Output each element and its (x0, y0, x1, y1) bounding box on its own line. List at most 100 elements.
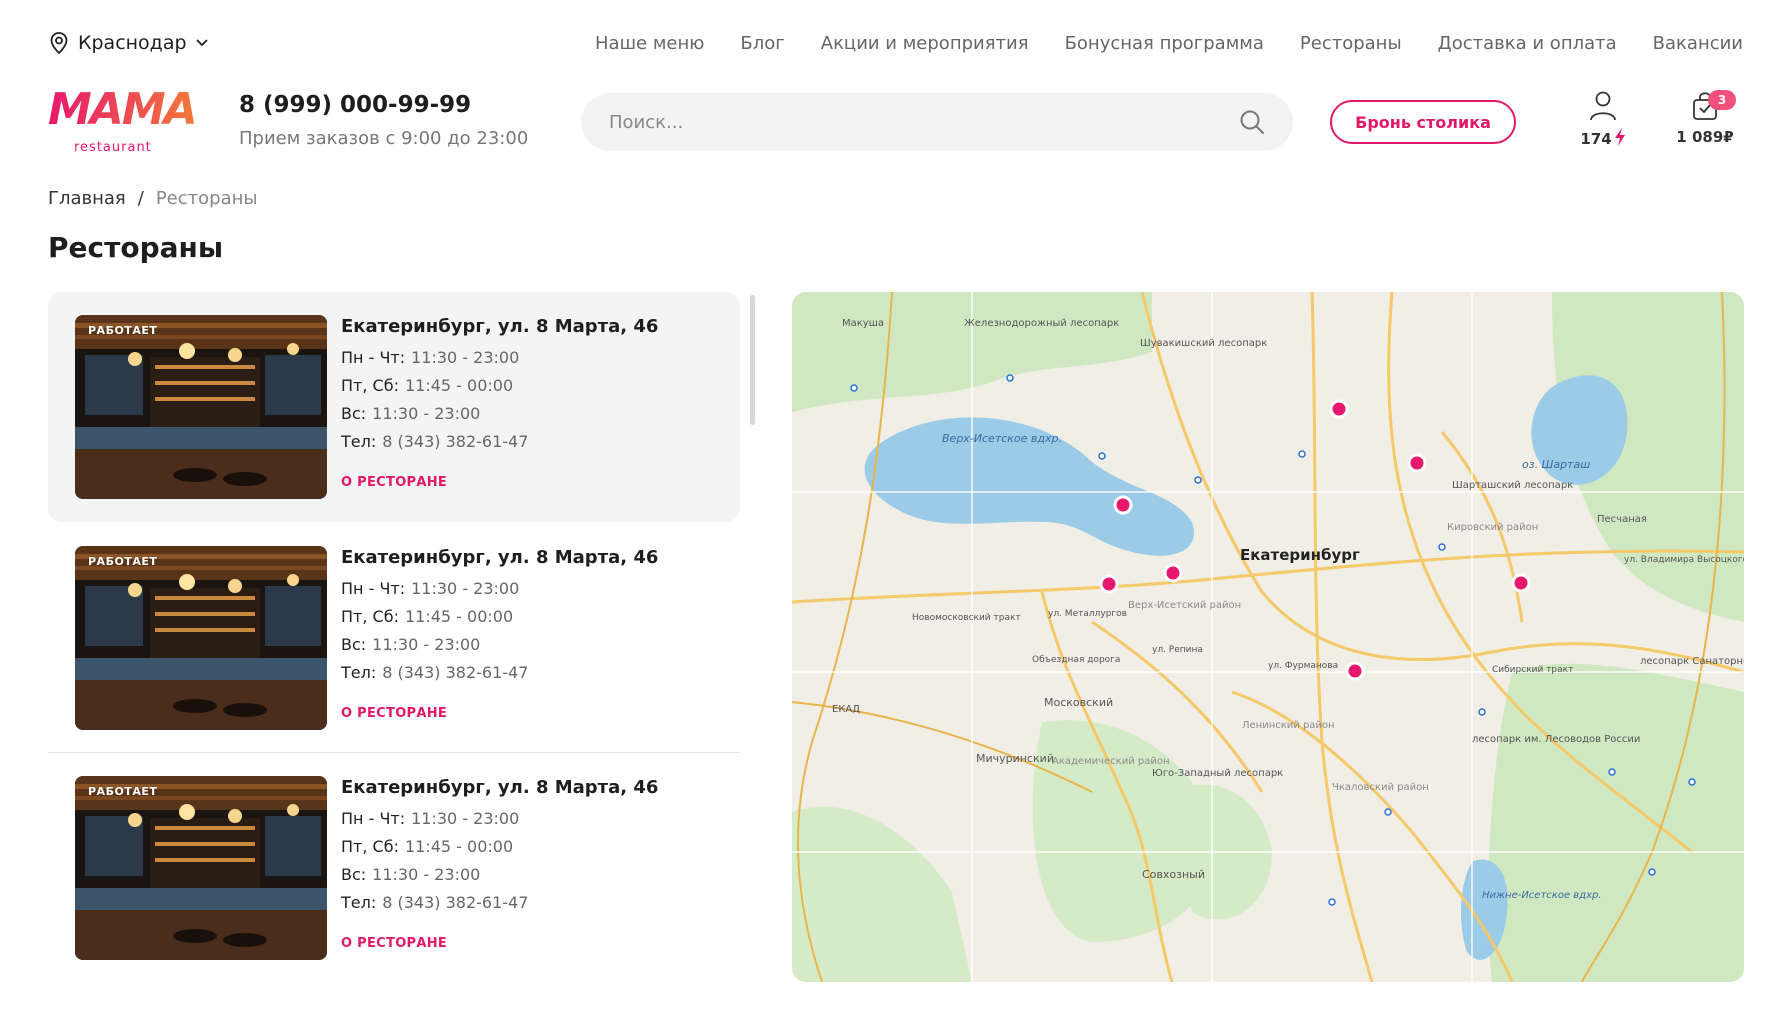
map-label: ул. Фурманова (1268, 661, 1338, 671)
logo-wordmark: MAMA (48, 84, 198, 135)
breadcrumb-current: Рестораны (155, 188, 258, 209)
lake-label: Нижне-Исетское вдхр. (1482, 890, 1602, 901)
logo[interactable]: MAMA restaurant (48, 84, 198, 160)
restaurant-card[interactable]: РАБОТАЕТ Екатеринбург, ул. 8 Марта, 46 П… (48, 292, 740, 522)
map-pin-icon[interactable] (1099, 574, 1119, 594)
map-label: Юго-Западный лесопарк (1152, 768, 1283, 779)
account-button[interactable]: 174 (1573, 90, 1633, 160)
chevron-down-icon (195, 38, 209, 48)
nav-bonus[interactable]: Бонусная программа (1065, 33, 1264, 54)
map-label: Новомосковский тракт (912, 613, 1021, 623)
hours-value: 11:45 - 00:00 (404, 607, 514, 626)
map-label: Шувакишский лесопарк (1140, 338, 1267, 349)
map-city-label: Екатеринбург (1240, 546, 1360, 564)
map-label: лесопарк Санаторный (1640, 656, 1744, 667)
hours-mon-thu: Пн - Чт: 11:30 - 23:00 (341, 348, 519, 367)
map-label: Сибирский тракт (1492, 665, 1573, 675)
status-badge: РАБОТАЕТ (88, 785, 158, 798)
map-pin-icon[interactable] (1511, 573, 1531, 593)
order-hours: Прием заказов с 9:00 до 23:00 (239, 128, 529, 149)
map-label: Мичуринский (976, 752, 1054, 765)
breadcrumb-separator: / (137, 188, 144, 209)
header: MAMA restaurant 8 (999) 000-99-99 Прием … (48, 84, 1743, 166)
search-icon[interactable] (1239, 109, 1265, 139)
restaurant-photo: РАБОТАЕТ (75, 315, 327, 499)
hours-mon-thu: Пн - Чт: 11:30 - 23:00 (341, 579, 519, 598)
hours-fri-sat: Пт, Сб: 11:45 - 00:00 (341, 837, 513, 856)
hours-value: 11:30 - 23:00 (372, 865, 481, 884)
breadcrumb-home[interactable]: Главная (48, 188, 126, 209)
map-label: Кировский район (1447, 522, 1538, 533)
map-label: Песчаная (1597, 514, 1647, 525)
status-badge: РАБОТАЕТ (88, 555, 158, 568)
restaurant-phone: Тел: 8 (343) 382-61-47 (341, 893, 528, 912)
about-restaurant-link[interactable]: О РЕСТОРАНЕ (341, 936, 447, 951)
main-nav: Наше меню Блог Акции и мероприятия Бонус… (595, 33, 1743, 54)
cart-sum: 1 089₽ (1676, 128, 1734, 146)
hours-label: Пт, Сб: (341, 607, 399, 626)
map-pin-icon[interactable] (1407, 453, 1427, 473)
map-pin-icon[interactable] (1163, 563, 1183, 583)
about-restaurant-link[interactable]: О РЕСТОРАНЕ (341, 475, 447, 490)
phone-label: Тел: (341, 432, 377, 451)
hours-mon-thu: Пн - Чт: 11:30 - 23:00 (341, 809, 519, 828)
restaurant-list: РАБОТАЕТ Екатеринбург, ул. 8 Марта, 46 П… (48, 292, 740, 982)
map-label: ул. Металлургов (1048, 609, 1127, 619)
restaurant-card[interactable]: РАБОТАЕТ Екатеринбург, ул. 8 Марта, 46 П… (48, 523, 740, 753)
hours-value: 11:45 - 00:00 (404, 837, 514, 856)
hours-label: Пн - Чт: (341, 348, 406, 367)
map-label: Московский (1044, 696, 1113, 709)
hours-label: Пн - Чт: (341, 809, 406, 828)
map-canvas[interactable]: Макуша Железнодорожный лесопарк Шувакишс… (792, 292, 1744, 982)
map-label: Макуша (842, 318, 884, 329)
hours-sun: Вс: 11:30 - 23:00 (341, 865, 480, 884)
status-badge: РАБОТАЕТ (88, 324, 158, 337)
restaurant-photo: РАБОТАЕТ (75, 546, 327, 730)
hours-value: 11:30 - 23:00 (372, 635, 481, 654)
map-label: ЕКАД (832, 704, 860, 715)
hours-value: 11:30 - 23:00 (411, 348, 520, 367)
cart-count-badge: 3 (1708, 90, 1736, 110)
map-label: ул. Владимира Высоцкого (1624, 555, 1744, 565)
about-restaurant-link[interactable]: О РЕСТОРАНЕ (341, 706, 447, 721)
map-label: Ленинский район (1242, 720, 1335, 731)
nav-vacancies[interactable]: Вакансии (1653, 33, 1743, 54)
book-table-button[interactable]: Бронь столика (1330, 100, 1516, 144)
hours-value: 11:30 - 23:00 (411, 809, 520, 828)
restaurant-card[interactable]: РАБОТАЕТ Екатеринбург, ул. 8 Марта, 46 П… (48, 753, 740, 983)
phone-label: Тел: (341, 893, 377, 912)
map-pin-icon[interactable] (1113, 495, 1133, 515)
map-pin-icon[interactable] (1345, 661, 1365, 681)
hours-label: Вс: (341, 635, 367, 654)
nav-blog[interactable]: Блог (740, 33, 784, 54)
top-bar: Краснодар Наше меню Блог Акции и меропри… (48, 26, 1743, 60)
phone-value[interactable]: 8 (343) 382-61-47 (382, 432, 528, 451)
hours-label: Пт, Сб: (341, 837, 399, 856)
list-scrollbar[interactable] (750, 295, 755, 425)
lake-label: Верх-Исетское вдхр. (942, 432, 1062, 445)
map-label: Шарташский лесопарк (1452, 480, 1573, 491)
phone-value[interactable]: 8 (343) 382-61-47 (382, 893, 528, 912)
map-label: Совхозный (1142, 868, 1205, 881)
hours-value: 11:30 - 23:00 (411, 579, 520, 598)
header-phone[interactable]: 8 (999) 000-99-99 (239, 92, 471, 118)
city-selector[interactable]: Краснодар (48, 31, 209, 55)
phone-value[interactable]: 8 (343) 382-61-47 (382, 663, 528, 682)
nav-promotions[interactable]: Акции и мероприятия (821, 33, 1029, 54)
hours-label: Вс: (341, 865, 367, 884)
user-icon (1588, 91, 1618, 126)
map-pin-icon[interactable] (1329, 399, 1349, 419)
cart-button[interactable]: 3 1 089₽ (1660, 90, 1750, 160)
hours-fri-sat: Пт, Сб: 11:45 - 00:00 (341, 376, 513, 395)
logo-subtitle: restaurant (74, 140, 152, 155)
restaurant-address: Екатеринбург, ул. 8 Марта, 46 (341, 316, 659, 337)
restaurants-map[interactable]: Макуша Железнодорожный лесопарк Шувакишс… (792, 292, 1744, 982)
map-label: Академический район (1052, 756, 1170, 767)
map-label: лесопарк им. Лесоводов России (1472, 734, 1640, 745)
nav-restaurants[interactable]: Рестораны (1300, 33, 1402, 54)
map-label: Железнодорожный лесопарк (964, 318, 1119, 329)
nav-menu[interactable]: Наше меню (595, 33, 704, 54)
search-input[interactable] (609, 93, 1209, 151)
lake-label: оз. Шарташ (1522, 458, 1590, 471)
nav-delivery[interactable]: Доставка и оплата (1438, 33, 1617, 54)
